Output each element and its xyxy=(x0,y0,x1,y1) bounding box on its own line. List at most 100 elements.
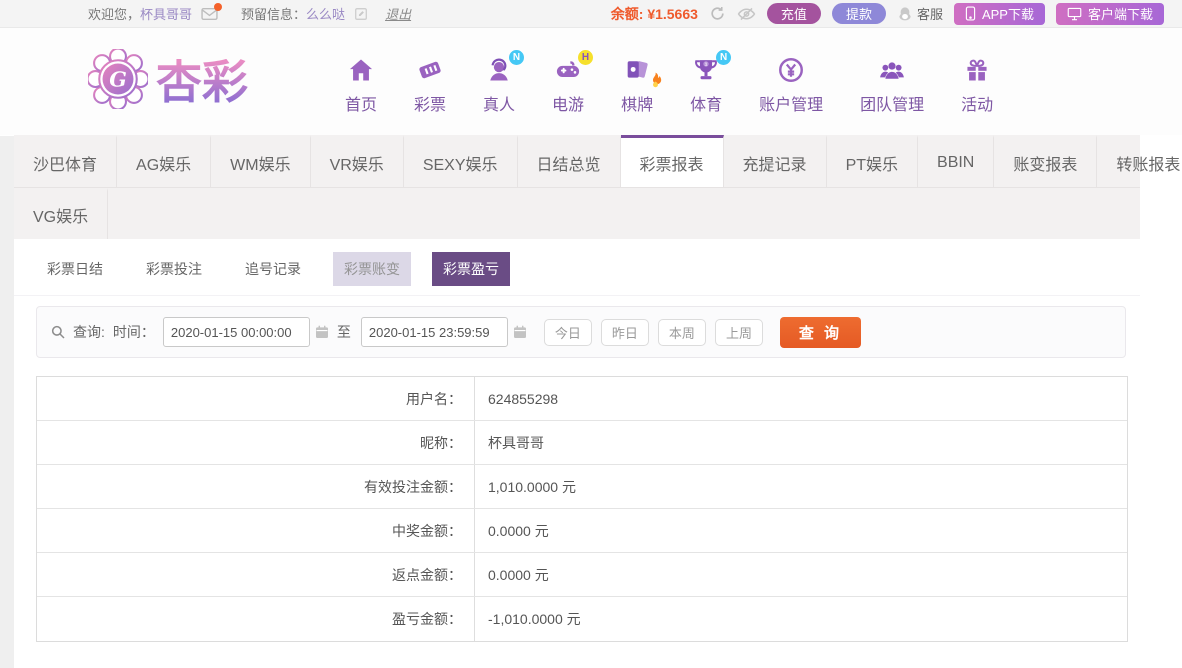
today-button[interactable]: 今日 xyxy=(543,318,592,346)
edit-icon[interactable] xyxy=(354,7,368,21)
row-label: 中奖金额： xyxy=(37,509,475,552)
row-label: 用户名： xyxy=(37,377,475,420)
coin-yuan-icon xyxy=(777,56,805,84)
gift-icon xyxy=(963,56,991,84)
row-value: 1,010.0000 元 xyxy=(488,478,576,495)
team-icon xyxy=(878,56,906,84)
client-download-label: 客户端下载 xyxy=(1087,7,1153,22)
tab-daily-summary[interactable]: 日结总览 xyxy=(518,135,621,187)
tab-lottery-report[interactable]: 彩票报表 xyxy=(620,135,724,187)
last-week-button[interactable]: 上周 xyxy=(714,318,763,346)
subtab-lottery-bets[interactable]: 彩票投注 xyxy=(135,252,213,286)
nav-item-cards[interactable]: 棋牌 xyxy=(621,56,662,115)
withdraw-button[interactable]: 提款 xyxy=(831,3,886,24)
lottery-subtabs: 彩票日结 彩票投注 追号记录 彩票账变 彩票盈亏 xyxy=(14,252,1140,296)
calendar-icon[interactable] xyxy=(512,324,528,340)
cards-icon xyxy=(623,56,662,88)
site-header: G 杏彩 首页 彩票 N 真人 H 电游 棋牌 1 N 体育 账户管理 团队管理… xyxy=(0,28,1182,135)
row-value: 杯具哥哥 xyxy=(488,434,544,451)
this-week-button[interactable]: 本周 xyxy=(657,318,706,346)
row-label: 返点金额： xyxy=(37,553,475,596)
tab-vg[interactable]: VG娱乐 xyxy=(14,188,109,239)
badge-new: N xyxy=(509,50,525,65)
client-download-button[interactable]: 客户端下载 xyxy=(1055,2,1164,25)
tab-row-2: VG娱乐 xyxy=(14,187,1140,239)
search-submit-button[interactable]: 查 询 xyxy=(779,316,861,348)
row-label: 盈亏金额： xyxy=(37,597,475,641)
nav-item-team-management[interactable]: 团队管理 xyxy=(860,56,924,115)
welcome-text: 欢迎您， xyxy=(88,7,141,22)
nav-label: 活动 xyxy=(961,97,994,114)
nav-label: 账户管理 xyxy=(759,97,824,114)
logout-link[interactable]: 退出 xyxy=(385,4,411,23)
qq-service-icon xyxy=(897,6,913,22)
reserved-value[interactable]: 么么哒 xyxy=(306,4,345,23)
balance-text: 余额: ¥1.5663 xyxy=(611,4,698,24)
badge-hot: H xyxy=(578,50,594,65)
tab-vr[interactable]: VR娱乐 xyxy=(311,135,404,187)
envelope-icon[interactable] xyxy=(201,2,223,21)
yesterday-button[interactable]: 昨日 xyxy=(600,318,649,346)
page-left-margin xyxy=(0,136,14,668)
nav-item-lottery[interactable]: 彩票 xyxy=(414,56,446,115)
username[interactable]: 杯具哥哥 xyxy=(140,4,192,23)
badge-new: N xyxy=(716,50,732,65)
subtab-chase-records[interactable]: 追号记录 xyxy=(234,252,312,286)
refresh-icon[interactable] xyxy=(709,5,726,22)
nav-item-home[interactable]: 首页 xyxy=(345,56,377,115)
subtab-lottery-daily[interactable]: 彩票日结 xyxy=(36,252,114,286)
query-label: 查询: xyxy=(73,324,105,340)
search-panel: 查询: 时间： 至 今日 昨日 本周 上周 查 询 xyxy=(36,306,1126,358)
report-tabs-panel: 沙巴体育 AG娱乐 WM娱乐 VR娱乐 SEXY娱乐 日结总览 彩票报表 充提记… xyxy=(14,135,1180,239)
tab-pt[interactable]: PT娱乐 xyxy=(827,135,919,187)
flower-logo-icon: G xyxy=(86,47,150,114)
nav-item-promotions[interactable]: 活动 xyxy=(961,56,993,115)
app-download-button[interactable]: APP下载 xyxy=(953,2,1045,25)
monitor-icon xyxy=(1067,7,1082,21)
table-row: 返点金额： 0.0000 元 xyxy=(37,553,1127,597)
tab-wm[interactable]: WM娱乐 xyxy=(211,135,311,187)
gamepad-icon: H xyxy=(554,50,594,84)
live-dealer-icon: N xyxy=(485,50,525,84)
nav-item-live[interactable]: N 真人 xyxy=(483,50,525,115)
balance-label: 余额: xyxy=(610,5,644,22)
end-time-input[interactable] xyxy=(360,317,508,347)
start-time-input[interactable] xyxy=(162,317,310,347)
row-value: 0.0000 元 xyxy=(488,566,549,583)
row-value: -1,010.0000 元 xyxy=(488,611,581,627)
notification-dot xyxy=(214,2,223,11)
tab-transfer-report[interactable]: 转账报表 xyxy=(1097,135,1182,187)
tab-deposit-withdraw-records[interactable]: 充提记录 xyxy=(724,135,827,187)
tab-bbin[interactable]: BBIN xyxy=(918,135,995,187)
search-magnifier-icon xyxy=(50,324,66,340)
report-content: 彩票日结 彩票投注 追号记录 彩票账变 彩票盈亏 查询: 时间： 至 今日 昨日… xyxy=(14,239,1140,642)
logo-text: 杏彩 xyxy=(156,55,248,108)
tab-row-1: 沙巴体育 AG娱乐 WM娱乐 VR娱乐 SEXY娱乐 日结总览 彩票报表 充提记… xyxy=(14,135,1180,187)
tab-saba-sports[interactable]: 沙巴体育 xyxy=(14,135,118,187)
nav-item-egames[interactable]: H 电游 xyxy=(552,50,594,115)
table-row: 昵称： 杯具哥哥 xyxy=(37,421,1127,465)
customer-service-link[interactable]: 客服 xyxy=(897,4,943,23)
nav-label: 体育 xyxy=(690,97,723,114)
subtab-lottery-account-change[interactable]: 彩票账变 xyxy=(333,252,411,286)
tab-sexy[interactable]: SEXY娱乐 xyxy=(404,135,518,187)
nav-label: 电游 xyxy=(552,97,585,114)
phone-icon xyxy=(965,6,976,21)
nav-item-account-management[interactable]: 账户管理 xyxy=(759,56,823,115)
nav-label: 棋牌 xyxy=(621,97,654,114)
table-row: 盈亏金额： -1,010.0000 元 xyxy=(37,597,1127,641)
table-row: 用户名： 624855298 xyxy=(37,377,1127,421)
time-label: 时间： xyxy=(112,324,155,340)
nav-item-sports[interactable]: 1 N 体育 xyxy=(690,50,732,115)
tab-ag[interactable]: AG娱乐 xyxy=(117,135,212,187)
nav-label: 首页 xyxy=(345,97,378,114)
site-logo[interactable]: G 杏彩 xyxy=(86,47,293,114)
to-label: 至 xyxy=(336,324,351,340)
subtab-lottery-profit-loss[interactable]: 彩票盈亏 xyxy=(432,252,510,286)
tab-account-change-report[interactable]: 账变报表 xyxy=(994,135,1098,187)
calendar-icon[interactable] xyxy=(314,324,330,340)
recharge-button[interactable]: 充值 xyxy=(766,3,821,24)
app-download-label: APP下载 xyxy=(981,7,1034,22)
table-row: 中奖金额： 0.0000 元 xyxy=(37,509,1127,553)
eye-off-icon[interactable] xyxy=(737,6,756,22)
